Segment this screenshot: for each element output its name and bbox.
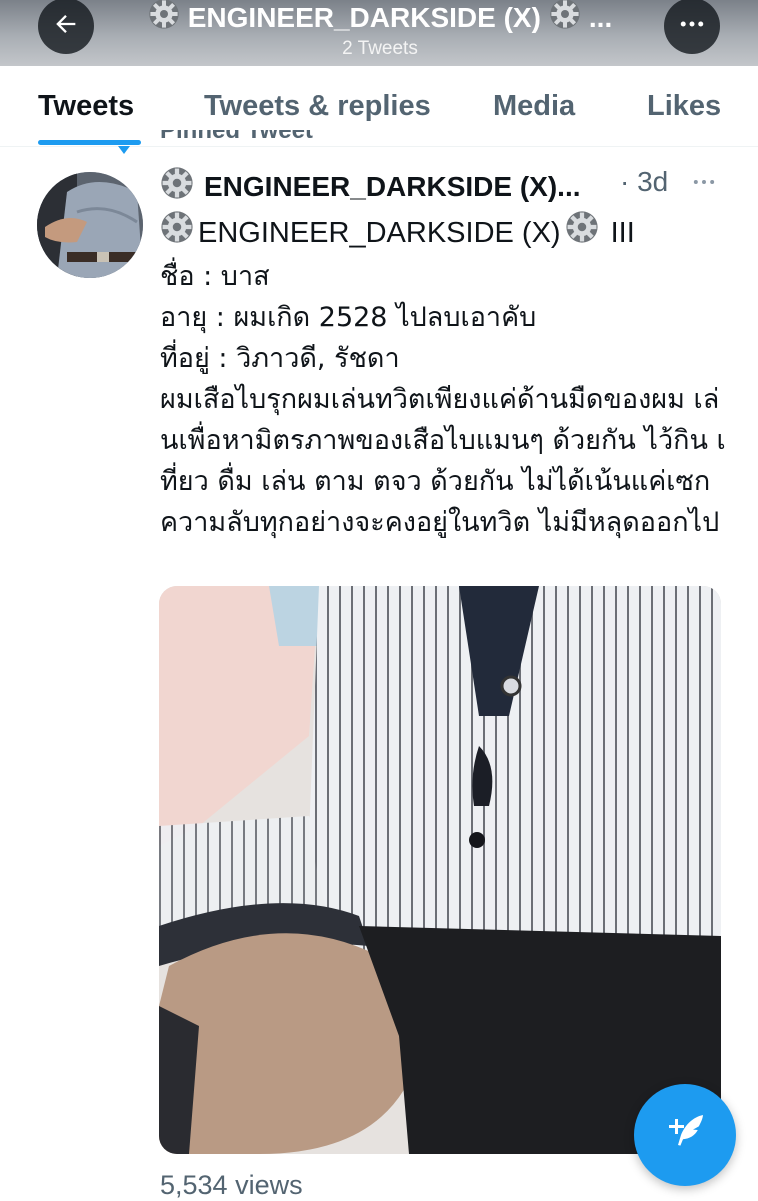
gear-icon [160,210,194,256]
tweet-more-button[interactable] [690,168,718,203]
avatar[interactable] [37,172,143,278]
header-title-text: ENGINEER_DARKSIDE (X) [187,2,541,33]
tweet-first-line: ENGINEER_DARKSIDE (X) III [160,210,730,256]
tab-media[interactable]: Media [493,90,575,123]
tweet-count: 2 Tweets [342,38,418,59]
tweet-timestamp[interactable]: · 3d [620,166,668,198]
views-count: 5,534 views [160,1170,303,1200]
compose-tweet-button[interactable] [634,1084,736,1186]
compose-feather-icon [661,1109,709,1161]
tweet-first-line-suffix: III [610,216,635,249]
author-name: ENGINEER_DARKSIDE (X)... [204,170,581,202]
header-title-block: ENGINEER_DARKSIDE (X) ... 2 Tweets [110,0,650,60]
profile-header: ENGINEER_DARKSIDE (X) ... 2 Tweets [0,0,758,66]
active-tab-notch [118,146,130,154]
gear-icon [148,0,180,38]
more-horizontal-icon [690,171,718,202]
tweet-line-age: อายุ : ผมเกิด 2528 ไปลบเอาคับ [160,302,537,333]
profile-tabs: Tweets Tweets & replies Media Likes [0,66,758,154]
gear-icon [549,0,581,38]
pinned-tweet-label: Pinned Tweet [160,130,313,144]
arrow-left-icon [52,10,80,42]
tweet-media-image[interactable] [159,586,721,1154]
header-title-ellipsis: ... [588,2,613,33]
tweet-first-line-text: ENGINEER_DARKSIDE (X) [198,216,561,249]
tweet-text: ENGINEER_DARKSIDE (X) III ชื่อ : บาส อาย… [160,210,730,543]
header-title: ENGINEER_DARKSIDE (X) ... [110,0,650,38]
tab-tweets[interactable]: Tweets [38,90,134,123]
more-button[interactable] [664,0,720,54]
back-button[interactable] [38,0,94,54]
tweet-line-location: ที่อยู่ : วิภาวดี, รัชดา [160,343,400,374]
gear-icon [565,210,599,256]
active-tab-indicator [38,140,141,145]
tweet-line-name: ชื่อ : บาส [160,261,270,292]
more-horizontal-icon [677,9,707,43]
tweet-author[interactable]: ENGINEER_DARKSIDE (X)... [160,166,581,207]
gear-icon [160,166,194,207]
tab-tweets-replies[interactable]: Tweets & replies [204,90,431,123]
tweet-paragraph: ผมเสือไบรุกผมเล่นทวิตเพียงแค่ด้านมืดของผ… [160,384,726,538]
tweet-header: ENGINEER_DARKSIDE (X)... · 3d [160,166,725,206]
tab-likes[interactable]: Likes [647,90,721,123]
